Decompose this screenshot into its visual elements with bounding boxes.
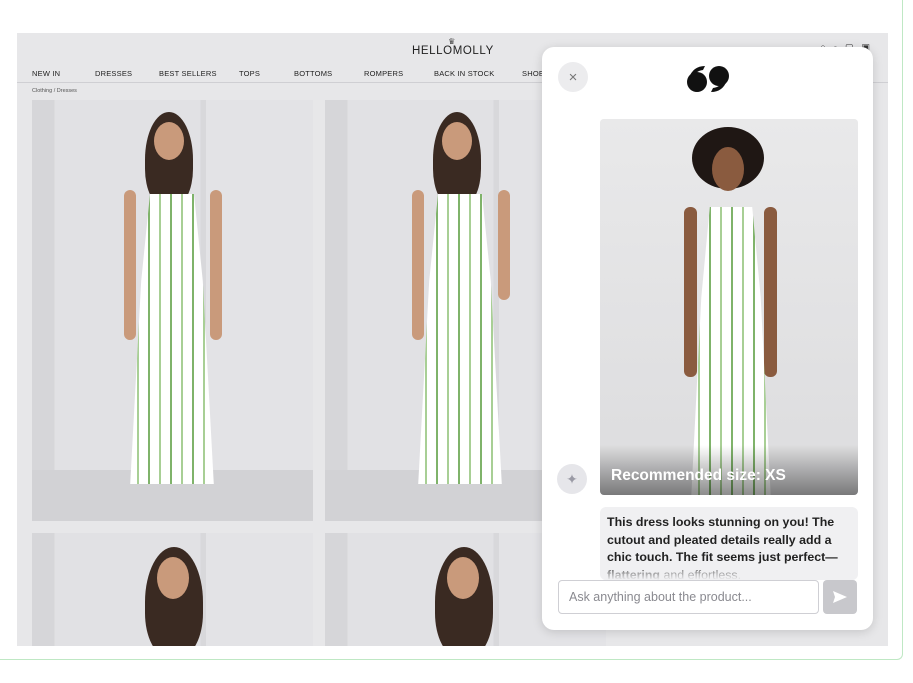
ai-assistant-avatar: ✦ — [557, 464, 587, 494]
ai-stylist-panel: × Recommended size: XS ✦ This dress look… — [542, 47, 873, 630]
close-icon: × — [568, 68, 578, 86]
recommendation-image[interactable]: Recommended size: XS — [600, 119, 858, 495]
close-button[interactable]: × — [558, 62, 588, 92]
nav-item-rompers[interactable]: ROMPERS — [364, 69, 403, 78]
store-logo-text: HELLOMOLLY — [412, 45, 494, 57]
store-logo[interactable]: ♛ HELLOMOLLY — [412, 38, 494, 58]
recommended-size-label: Recommended size: XS — [611, 467, 786, 484]
recommended-size-overlay: Recommended size: XS — [600, 445, 858, 495]
nav-item-bottoms[interactable]: BOTTOMS — [294, 69, 332, 78]
ask-product-input[interactable] — [558, 580, 819, 614]
nav-item-best-sellers[interactable]: BEST SELLERS — [159, 69, 217, 78]
product-image[interactable] — [32, 100, 313, 521]
breadcrumb[interactable]: Clothing / Dresses — [32, 88, 77, 94]
send-button[interactable] — [823, 580, 857, 614]
assistant-message: This dress looks stunning on you! The cu… — [600, 507, 858, 580]
send-icon — [833, 591, 847, 603]
sparkle-icon: ✦ — [566, 470, 578, 487]
product-image[interactable] — [32, 533, 313, 646]
nav-item-back-in-stock[interactable]: BACK IN STOCK — [434, 69, 494, 78]
assistant-message-continuation: and effortless. — [660, 567, 742, 581]
nav-item-tops[interactable]: TOPS — [239, 69, 260, 78]
quote-brand-icon — [687, 66, 729, 92]
nav-item-new-in[interactable]: NEW IN — [32, 69, 60, 78]
nav-item-shoes[interactable]: SHOE — [522, 69, 544, 78]
assistant-message-text: This dress looks stunning on you! The cu… — [607, 515, 838, 580]
nav-item-dresses[interactable]: DRESSES — [95, 69, 132, 78]
